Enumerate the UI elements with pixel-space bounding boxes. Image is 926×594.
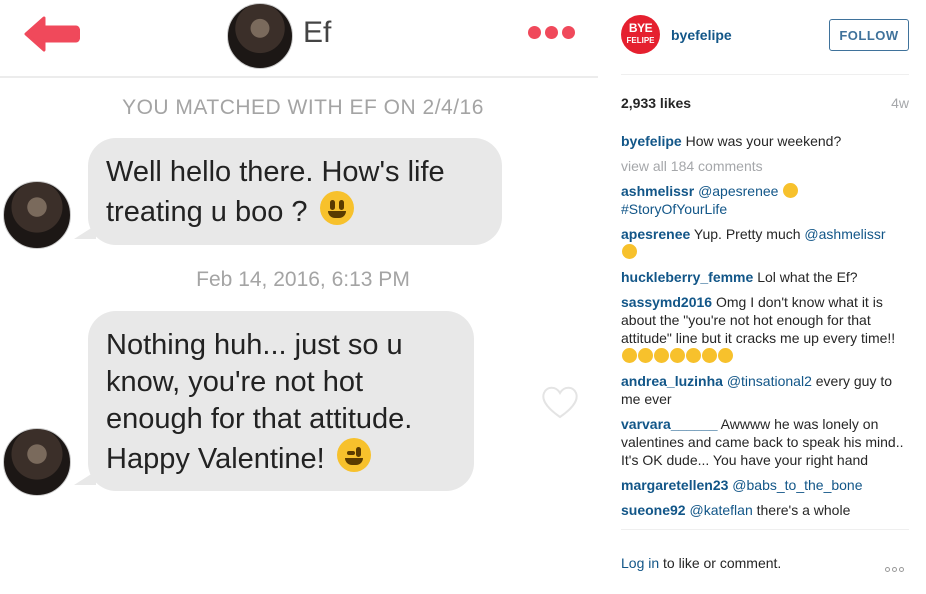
post-age[interactable]: 4w: [891, 95, 909, 111]
sender-avatar[interactable]: [3, 428, 71, 496]
more-options-icon[interactable]: [528, 26, 584, 42]
laughing-emoji-icon: [638, 348, 653, 363]
contact-avatar[interactable]: [227, 3, 293, 69]
message-bubble: Well hello there. How's life treating u …: [74, 138, 502, 245]
chat-screenshot: Ef YOU MATCHED WITH EF ON 2/4/16 Well he…: [0, 0, 598, 594]
laughing-emoji-icon: [654, 348, 669, 363]
list-item: ashmelissr @apesrenee #StoryOfYourLife: [621, 182, 911, 218]
byefelipe-logo[interactable]: BYE FELIPE: [621, 15, 660, 54]
emoji-icon: [783, 183, 799, 198]
laughing-emoji-icon: [702, 348, 717, 363]
login-link[interactable]: Log in: [621, 555, 659, 571]
wink-emoji-icon: [336, 438, 371, 472]
back-arrow-icon[interactable]: [22, 14, 80, 54]
comment-username[interactable]: margaretellen23: [621, 477, 728, 493]
comment-username[interactable]: andrea_luzinha: [621, 373, 723, 389]
comment-mention[interactable]: @tinsational2: [727, 373, 812, 389]
comment-username[interactable]: huckleberry_femme: [621, 269, 753, 285]
laughing-emoji-icon: [670, 348, 685, 363]
comment-text: there's a whole: [756, 502, 851, 518]
message-bubble: Nothing huh... just so u know, you're no…: [74, 311, 474, 491]
emoji-icon: [622, 244, 637, 259]
account-username[interactable]: byefelipe: [671, 27, 732, 43]
message-timestamp: Feb 14, 2016, 6:13 PM: [196, 268, 410, 291]
caption: byefelipe How was your weekend?: [621, 132, 911, 150]
post-footer: Log in to like or comment.: [621, 555, 909, 575]
comment-username[interactable]: ashmelissr: [621, 183, 694, 199]
comment-username[interactable]: sassymd2016: [621, 294, 712, 310]
comment-username[interactable]: sueone92: [621, 502, 686, 518]
match-date-label: YOU MATCHED WITH EF ON 2/4/16: [122, 96, 484, 119]
list-item: sassymd2016 Omg I don't know what it is …: [621, 293, 911, 365]
comment-mention[interactable]: @ashmelissr: [804, 226, 885, 242]
laughing-emoji-icon: [718, 348, 733, 363]
comment-mention[interactable]: @kateflan: [689, 502, 752, 518]
post-header: BYE FELIPE byefelipe FOLLOW: [621, 15, 909, 75]
comment-text: How was your weekend?: [685, 133, 842, 149]
follow-button[interactable]: FOLLOW: [829, 19, 909, 51]
smiley-emoji-icon: [319, 191, 354, 225]
list-item: varvara______ Awwww he was lonely on val…: [621, 415, 911, 469]
laughing-emoji-icon: [622, 348, 637, 363]
view-all-comments-link[interactable]: view all 184 comments: [621, 157, 911, 175]
footer-text: to like or comment.: [663, 555, 782, 571]
more-options-icon[interactable]: [885, 559, 909, 572]
sender-avatar[interactable]: [3, 181, 71, 249]
laughing-emoji-icon: [686, 348, 701, 363]
chat-header: Ef: [0, 0, 598, 78]
post-sidebar: BYE FELIPE byefelipe FOLLOW 2,933 likes …: [598, 0, 926, 594]
likes-count[interactable]: 2,933 likes: [621, 95, 691, 111]
list-item: sueone92 @kateflan there's a whole: [621, 501, 911, 519]
comment-text: Lol what the Ef?: [757, 269, 858, 285]
comments-list[interactable]: byefelipe How was your weekend? view all…: [621, 132, 911, 528]
comment-username[interactable]: byefelipe: [621, 133, 682, 149]
message-text: Well hello there. How's life treating u …: [106, 156, 445, 228]
comment-text: Yup. Pretty much: [693, 226, 801, 242]
comment-username[interactable]: varvara______: [621, 416, 718, 432]
list-item: margaretellen23 @babs_to_the_bone: [621, 476, 911, 494]
list-item: andrea_luzinha @tinsational2 every guy t…: [621, 372, 911, 408]
comment-mention[interactable]: @babs_to_the_bone: [732, 477, 862, 493]
list-item: huckleberry_femme Lol what the Ef?: [621, 268, 911, 286]
divider: [621, 74, 909, 75]
list-item: apesrenee Yup. Pretty much @ashmelissr: [621, 225, 911, 261]
heart-icon[interactable]: [540, 384, 580, 420]
divider: [621, 529, 909, 530]
contact-name: Ef: [303, 16, 332, 49]
comment-hashtag[interactable]: #StoryOfYourLife: [621, 201, 727, 217]
comment-mention[interactable]: @apesrenee: [698, 183, 778, 199]
comment-username[interactable]: apesrenee: [621, 226, 690, 242]
